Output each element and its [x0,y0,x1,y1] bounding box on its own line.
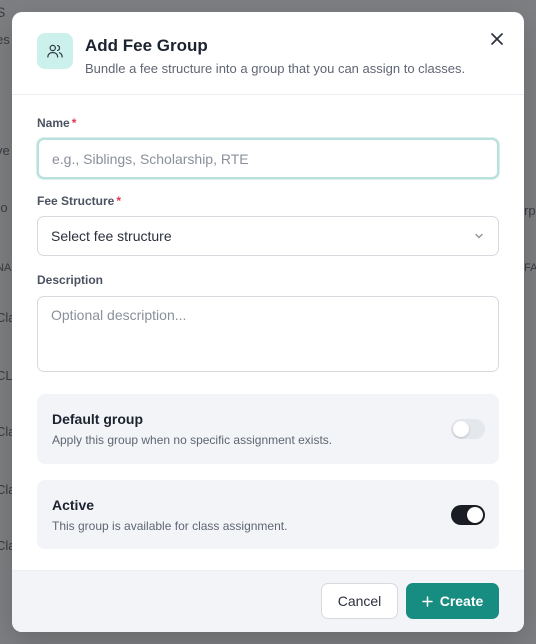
fee-structure-label: Fee Structure * [37,194,499,208]
background-text: es [0,32,10,47]
default-group-toggle[interactable] [451,419,485,439]
background-text: ro [0,200,8,215]
dialog-header: Add Fee Group Bundle a fee structure int… [12,12,524,95]
add-fee-group-dialog: Add Fee Group Bundle a fee structure int… [12,12,524,632]
fee-structure-selected: Select fee structure [51,228,172,244]
create-button[interactable]: Create [406,583,499,619]
default-group-card: Default group Apply this group when no s… [37,394,499,464]
create-button-label: Create [439,593,484,609]
required-mark: * [116,194,122,208]
background-text: S [0,4,6,20]
default-group-title: Default group [52,411,143,427]
toggle-knob [453,421,469,437]
dialog-title: Add Fee Group [85,36,208,55]
required-mark: * [71,116,77,130]
active-description: This group is available for class assign… [52,519,288,533]
default-group-description: Apply this group when no specific assign… [52,433,333,447]
cancel-button[interactable]: Cancel [321,583,398,619]
background-text: rpe [524,203,536,218]
fee-structure-label-text: Fee Structure [37,194,115,208]
background-text: ve [0,143,10,158]
background-text: FA [524,262,536,274]
background-text: NA [0,262,12,274]
background-text: CL [0,368,13,383]
name-input[interactable] [37,138,499,179]
toggle-knob [467,507,483,523]
close-button[interactable] [486,28,508,50]
name-label: Name * [37,116,499,130]
users-icon [37,33,73,69]
description-field-group: Description [37,273,499,372]
description-textarea[interactable] [37,296,499,372]
name-label-text: Name [37,116,70,130]
description-label: Description [37,273,104,287]
fee-structure-select[interactable]: Select fee structure [37,216,499,256]
name-field-group: Name * [37,116,499,179]
close-icon [491,33,503,45]
dialog-body: Name* Fee Structure* Select fee structur… [12,116,524,549]
active-toggle[interactable] [451,505,485,525]
fee-structure-field-group: Fee Structure * Select fee structure [37,194,499,256]
chevron-down-icon [475,233,483,239]
active-title: Active [52,497,95,513]
active-card: Active This group is available for class… [37,480,499,549]
dialog-footer: Cancel Create [12,570,524,632]
plus-icon [421,595,433,607]
dialog-subtitle: Bundle a fee structure into a group that… [85,61,466,76]
